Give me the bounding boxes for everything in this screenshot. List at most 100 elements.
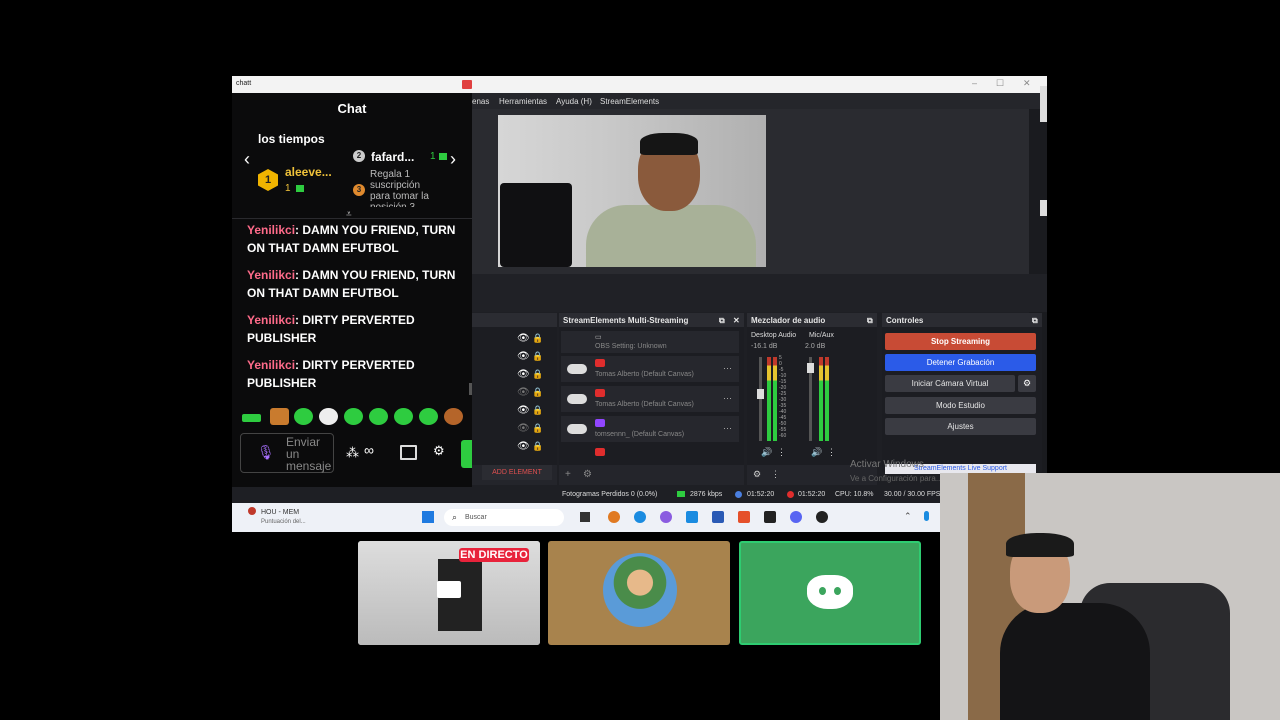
screen-share-tile[interactable]: EN DIRECTO [358,541,540,645]
lock-icon[interactable]: 🔒 [532,441,543,452]
eye-icon[interactable]: 👁 [517,351,530,362]
emote-icon[interactable] [394,408,413,425]
emote-icon[interactable] [369,408,388,425]
copilot-icon[interactable] [660,511,672,523]
eye-hidden-icon[interactable]: 👁 [517,387,530,398]
scrollbar-thumb[interactable] [1040,86,1047,122]
gear-icon[interactable]: ⚙ [433,443,445,459]
search-box[interactable]: ⌕ Buscar [444,509,564,526]
mail-icon[interactable] [686,511,698,523]
store-icon[interactable] [400,445,417,460]
lock-icon[interactable]: 🔒 [532,333,543,344]
speaker-icon[interactable]: 🔊 [761,447,772,458]
emote-icon[interactable] [344,408,363,425]
settings-button[interactable]: Ajustes [885,418,1036,435]
more-icon[interactable]: ⋯ [723,393,732,404]
discord-tile[interactable] [739,541,921,645]
task-view-icon[interactable] [580,512,590,522]
multistream-title: StreamElements Multi-Streaming [563,316,689,325]
leaderboard-label: los tiempos [258,132,325,146]
firefox-icon[interactable] [608,511,620,523]
lock-icon[interactable]: 🔒 [532,423,543,434]
windows-start-icon[interactable] [422,511,434,523]
chat-username[interactable]: Yenilikci [247,313,295,327]
emote-icon[interactable] [270,408,289,425]
stop-streaming-button[interactable]: Stop Streaming [885,333,1036,350]
volume-slider-handle[interactable] [757,389,764,399]
eye-icon[interactable]: 👁 [517,405,530,416]
chat-username[interactable]: Yenilikci [247,268,295,282]
toggle-switch[interactable] [567,424,587,434]
more-icon[interactable]: ⋯ [723,423,732,434]
toggle-switch[interactable] [567,394,587,404]
chevron-left-icon[interactable]: ‹ [244,149,250,170]
emote-icon[interactable] [444,408,463,425]
bits-icon[interactable]: ⁂ [346,445,359,461]
fps: 30.00 / 30.00 FPS [884,491,941,498]
eye-icon[interactable]: 👁 [517,333,530,344]
more-icon[interactable]: ⋯ [723,363,732,374]
mixer-dock-title: Mezclador de audio ⧉ [747,313,877,327]
stop-recording-button[interactable]: Detener Grabación [885,354,1036,371]
discord-icon[interactable] [790,511,802,523]
scrollbar-thumb[interactable] [1040,200,1047,216]
chat-username[interactable]: Yenilikci [247,223,295,237]
chevron-right-icon[interactable]: › [450,149,456,170]
eye-icon[interactable]: 👁 [517,441,530,452]
chat-username[interactable]: Yenilikci [247,358,295,372]
preview-person-hair [640,133,698,155]
participant-tile[interactable] [548,541,730,645]
add-icon[interactable]: + [565,469,571,480]
speaker-icon[interactable]: 🔊 [811,447,822,458]
virtual-camera-button[interactable]: Iniciar Cámara Virtual [885,375,1015,392]
emote-icon[interactable] [419,408,438,425]
eye-hidden-icon[interactable]: 👁 [517,423,530,434]
lock-icon[interactable]: 🔒 [532,351,543,362]
toggle-switch[interactable] [567,364,587,374]
menu-item-scenes[interactable]: enas [472,97,489,106]
menu-item-tools[interactable]: Herramientas [499,97,547,106]
menu-item-streamelements[interactable]: StreamElements [600,97,659,106]
channel-points[interactable]: ∞ [364,442,374,458]
float-icon[interactable]: ⧉ [719,316,725,326]
maximize-button[interactable]: ☐ [996,78,1004,89]
emote-icon[interactable] [294,408,313,425]
studio-mode-button[interactable]: Modo Estudio [885,397,1036,414]
lock-icon[interactable]: 🔒 [532,387,543,398]
eye-icon[interactable]: 👁 [517,369,530,380]
weather-title[interactable]: HOU - MEM [261,509,299,516]
multistream-dock: OBS Setting: Unknown ▭ Tomas Alberto (Def… [559,327,744,485]
lock-icon[interactable]: 🔒 [532,369,543,380]
store-icon[interactable] [712,511,724,523]
minimize-button[interactable]: – [972,78,977,88]
edge-icon[interactable] [634,511,646,523]
close-button[interactable]: ✕ [1023,78,1031,89]
chevron-up-icon[interactable]: ⌃ [904,511,912,522]
chat-input[interactable]: 🎙 Enviar un mensaje [240,433,334,473]
obs-icon[interactable] [816,511,828,523]
menu-item-help[interactable]: Ayuda (H) [556,97,592,106]
settings-icon[interactable]: ⚙ [753,469,761,480]
microphone-icon[interactable] [924,511,929,521]
sports-icon[interactable] [248,507,256,515]
float-icon[interactable]: ⧉ [1032,316,1038,326]
add-element-button[interactable]: ADD ELEMENT [482,465,552,480]
send-button[interactable] [461,440,472,468]
more-vertical-icon[interactable]: ⋮ [827,447,836,458]
volume-slider-handle[interactable] [807,363,814,373]
more-vertical-icon[interactable]: ⋮ [777,447,786,458]
float-icon[interactable]: ⧉ [867,316,873,326]
close-dock-icon[interactable]: ✕ [733,316,740,325]
emote-icon[interactable] [242,414,261,422]
gear-icon[interactable]: ⚙ [1018,375,1036,392]
channel-name: Mic/Aux [809,332,834,339]
volume-slider-track[interactable] [759,357,762,441]
app-icon[interactable] [764,511,776,523]
lock-icon[interactable]: 🔒 [532,405,543,416]
more-vertical-icon[interactable]: ⋮ [771,469,780,480]
close-tab-icon[interactable] [462,80,472,89]
microphone-icon[interactable]: 🎙 [257,444,275,461]
brave-icon[interactable] [738,511,750,523]
emote-icon[interactable] [319,408,338,425]
gear-icon[interactable]: ⚙ [583,469,592,480]
